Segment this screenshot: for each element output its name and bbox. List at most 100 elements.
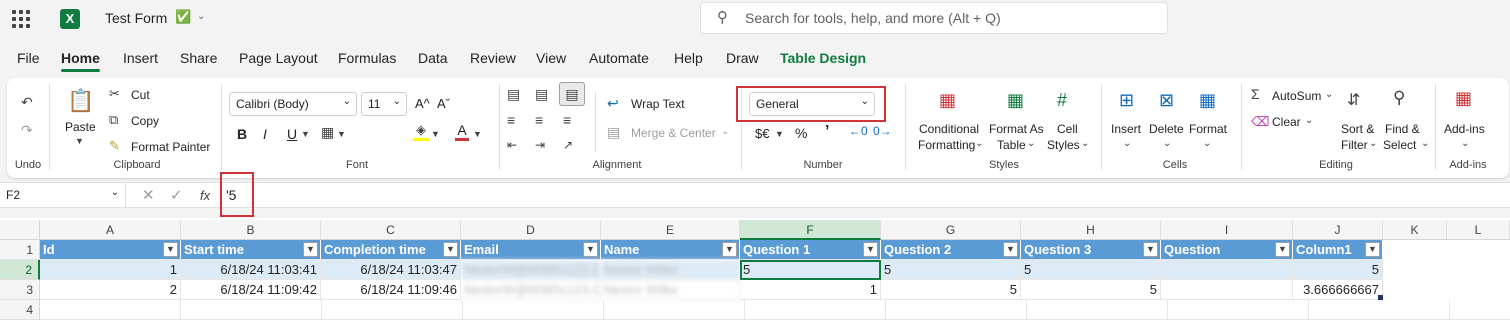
filter-dropdown-icon[interactable]: ▼ <box>443 242 458 257</box>
increase-decimal-icon[interactable]: ←0 <box>849 124 868 138</box>
cell-styles-line2[interactable]: Styles <box>1047 138 1080 152</box>
font-size-select[interactable]: 11 ⌄ <box>361 92 407 116</box>
enter-icon[interactable]: ✓ <box>170 186 183 204</box>
select-all-corner[interactable] <box>0 220 40 240</box>
tab-automate[interactable]: Automate <box>589 50 649 66</box>
chevron-down-icon[interactable]: ⌄ <box>1305 115 1313 126</box>
find-select-line2[interactable]: Select <box>1383 138 1416 152</box>
table-header-cell[interactable]: Email ▼ <box>461 240 601 260</box>
tab-draw[interactable]: Draw <box>726 50 759 66</box>
cut-button[interactable]: Cut <box>131 88 150 102</box>
chevron-down-icon[interactable]: ▼ <box>775 129 784 139</box>
decrease-decimal-icon[interactable]: 0→ <box>873 124 892 138</box>
format-cells-button[interactable]: Format <box>1189 122 1227 136</box>
font-color-button[interactable]: A <box>455 122 469 141</box>
chevron-down-icon[interactable]: ▼ <box>301 129 310 139</box>
merge-center-button[interactable]: Merge & Center <box>631 126 716 140</box>
filter-dropdown-icon[interactable]: ▼ <box>1143 242 1158 257</box>
table-cell-redacted[interactable]: NestorW@M365x123.OnMicrosoft.com <box>461 260 601 280</box>
table-cell-redacted[interactable]: Nestor Wilke <box>601 280 740 300</box>
column-header-j[interactable]: J <box>1293 220 1383 240</box>
merge-icon[interactable]: ▤ <box>607 124 620 141</box>
insert-cells-icon[interactable]: ⊞ <box>1119 90 1134 111</box>
filter-dropdown-icon[interactable]: ▼ <box>583 242 598 257</box>
column-header-c[interactable]: C <box>321 220 461 240</box>
filter-dropdown-icon[interactable]: ▼ <box>303 242 318 257</box>
autosum-button[interactable]: AutoSum <box>1272 89 1321 103</box>
paste-button[interactable]: Paste <box>65 120 96 134</box>
delete-cells-icon[interactable]: ⊠ <box>1159 90 1174 111</box>
cell-styles-icon[interactable]: # <box>1057 90 1067 111</box>
find-select-line1[interactable]: Find & <box>1385 122 1420 136</box>
filter-dropdown-icon[interactable]: ▼ <box>163 242 178 257</box>
table-header-cell[interactable]: Question 1 ▼ <box>740 240 881 260</box>
tab-home[interactable]: Home <box>61 50 100 72</box>
chevron-down-icon[interactable]: ⌄ <box>197 11 205 22</box>
row-header-4[interactable]: 4 <box>0 300 40 320</box>
format-as-table-icon[interactable]: ▦ <box>1007 90 1024 111</box>
chevron-down-icon[interactable]: ▼ <box>337 129 346 139</box>
row-header-2[interactable]: 2 <box>0 260 40 280</box>
format-painter-button[interactable]: Format Painter <box>131 140 210 154</box>
document-title[interactable]: Test Form <box>105 10 167 26</box>
column-header-f[interactable]: F <box>740 220 881 240</box>
orientation-icon[interactable]: ↗ <box>563 138 573 152</box>
table-header-cell[interactable]: Question ▼ <box>1161 240 1293 260</box>
search-box[interactable]: ⚲ Search for tools, help, and more (Alt … <box>700 2 1168 34</box>
filter-dropdown-icon[interactable]: ▼ <box>722 242 737 257</box>
decrease-indent-icon[interactable]: ⇤ <box>507 138 517 152</box>
cut-icon[interactable]: ✂ <box>109 86 120 102</box>
cancel-icon[interactable]: ✕ <box>142 186 155 204</box>
table-cell[interactable]: 6/18/24 11:09:42 <box>181 280 321 300</box>
chevron-down-icon[interactable]: ⌄ <box>1325 89 1333 100</box>
table-cell[interactable]: 1 <box>740 280 881 300</box>
column-header-l[interactable]: L <box>1447 220 1510 240</box>
align-right-icon[interactable]: ≡ <box>563 112 571 128</box>
table-cell[interactable] <box>1161 260 1293 280</box>
table-cell[interactable] <box>1161 280 1293 300</box>
insert-function-button[interactable]: fx <box>200 188 210 203</box>
tab-view[interactable]: View <box>536 50 566 66</box>
column-header-d[interactable]: D <box>461 220 601 240</box>
cell-styles-line1[interactable]: Cell <box>1057 122 1078 136</box>
eraser-icon[interactable]: ⌫ <box>1251 114 1269 130</box>
underline-button[interactable]: U <box>287 126 297 142</box>
percent-button[interactable]: % <box>795 125 807 141</box>
table-header-cell[interactable]: Question 2 ▼ <box>881 240 1021 260</box>
column-header-g[interactable]: G <box>881 220 1021 240</box>
paste-icon[interactable]: 📋 <box>67 88 94 114</box>
column-header-i[interactable]: I <box>1161 220 1293 240</box>
table-cell[interactable]: 5 <box>1021 260 1161 280</box>
name-box[interactable]: F2 ⌄ <box>0 183 126 207</box>
column-header-k[interactable]: K <box>1383 220 1447 240</box>
table-header-cell[interactable]: Id ▼ <box>40 240 181 260</box>
fill-color-icon[interactable]: ◈ <box>413 122 429 141</box>
align-center-icon[interactable]: ≡ <box>535 112 543 128</box>
table-cell[interactable]: 6/18/24 11:03:47 <box>321 260 461 280</box>
tab-share[interactable]: Share <box>180 50 217 66</box>
tab-review[interactable]: Review <box>470 50 516 66</box>
tab-data[interactable]: Data <box>418 50 448 66</box>
font-family-select[interactable]: Calibri (Body) ⌄ <box>229 92 357 116</box>
wrap-text-icon[interactable]: ↩ <box>607 95 619 112</box>
copy-button[interactable]: Copy <box>131 114 159 128</box>
format-as-table-line2[interactable]: Table <box>997 138 1026 152</box>
autosum-icon[interactable]: Σ <box>1251 86 1260 102</box>
tab-page-layout[interactable]: Page Layout <box>239 50 318 66</box>
filter-dropdown-icon[interactable]: ▼ <box>1275 242 1290 257</box>
table-header-cell[interactable]: Start time ▼ <box>181 240 321 260</box>
align-middle-icon[interactable]: ▤ <box>535 86 548 103</box>
table-cell[interactable]: 5 <box>1293 260 1383 280</box>
comma-style-button[interactable]: ’ <box>825 123 829 141</box>
undo-icon[interactable]: ↶ <box>21 94 33 111</box>
tab-formulas[interactable]: Formulas <box>338 50 396 66</box>
conditional-formatting-line2[interactable]: Formatting <box>918 138 975 152</box>
row-header-1[interactable]: 1 <box>0 240 40 260</box>
format-as-table-line1[interactable]: Format As <box>989 122 1044 136</box>
table-cell[interactable]: 6/18/24 11:09:46 <box>321 280 461 300</box>
insert-cells-button[interactable]: Insert <box>1111 122 1141 136</box>
wrap-text-button[interactable]: Wrap Text <box>631 97 685 111</box>
increase-indent-icon[interactable]: ⇥ <box>535 138 545 152</box>
table-header-cell[interactable]: Completion time ▼ <box>321 240 461 260</box>
borders-icon[interactable]: ▦ <box>321 124 334 141</box>
